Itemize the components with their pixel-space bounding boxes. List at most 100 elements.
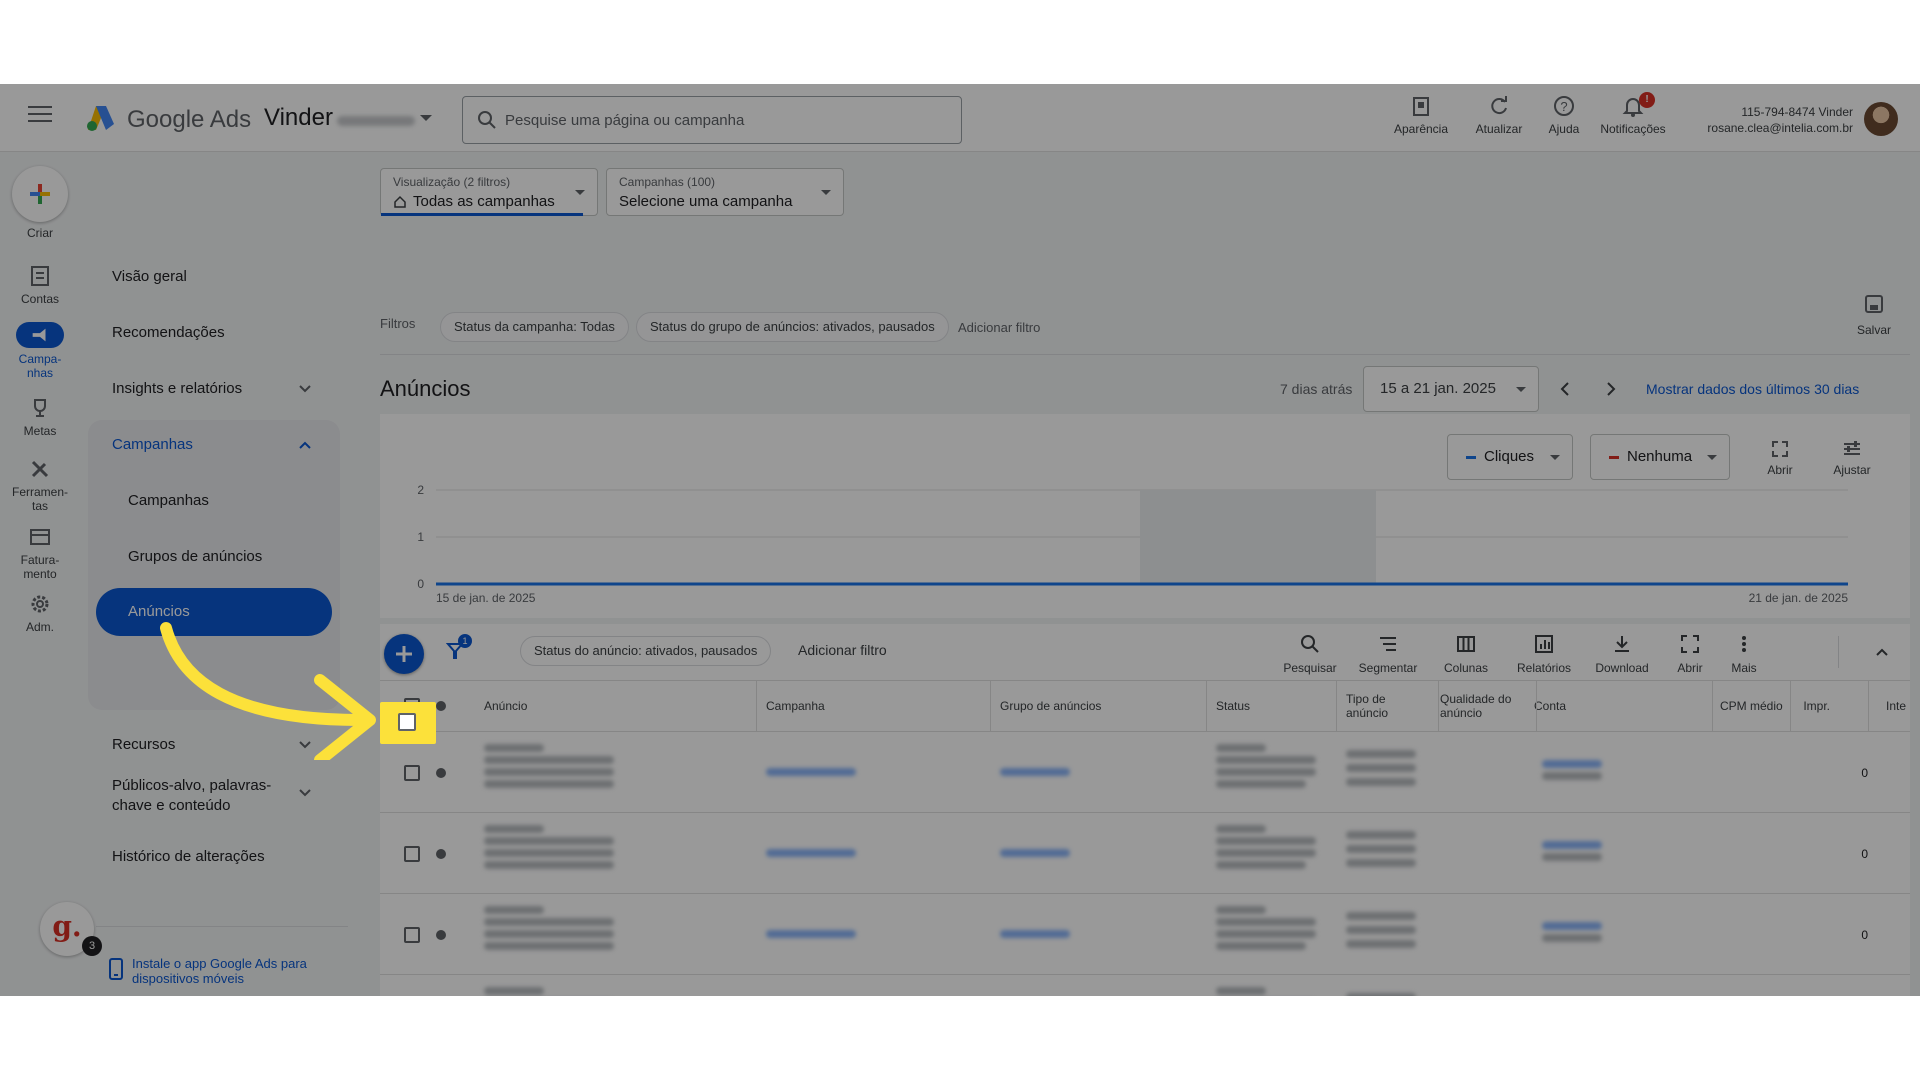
more-button[interactable]: Mais bbox=[1706, 634, 1782, 675]
ad-group-status-filter-chip[interactable]: Status do grupo de anúncios: ativados, p… bbox=[636, 312, 949, 342]
accounts-icon bbox=[31, 266, 49, 286]
blurred-cell-content bbox=[1216, 942, 1306, 950]
blurred-cell-content bbox=[484, 780, 614, 788]
metric1-dropdown[interactable]: Cliques bbox=[1447, 434, 1573, 480]
nav-insights[interactable]: Insights e relatórios bbox=[112, 380, 242, 397]
rail-campaigns[interactable]: Campa- nhas bbox=[0, 322, 80, 380]
plus-icon bbox=[396, 646, 412, 662]
account-name[interactable]: Vinder bbox=[264, 104, 333, 132]
create-button[interactable] bbox=[12, 166, 68, 222]
rail-admin[interactable]: Adm. bbox=[0, 592, 80, 634]
nav-history[interactable]: Histórico de alterações bbox=[112, 848, 265, 865]
account-caret-icon[interactable] bbox=[420, 115, 432, 121]
column-header[interactable]: Qualidade do anúncio bbox=[1440, 692, 1524, 720]
collapse-icon[interactable] bbox=[1874, 644, 1890, 660]
caret-down-icon bbox=[575, 190, 585, 195]
nav-overview[interactable]: Visão geral bbox=[112, 268, 187, 285]
table-row[interactable]: 0 bbox=[380, 894, 1910, 960]
blurred-cell-content bbox=[1346, 940, 1416, 948]
filters-label: Filtros bbox=[380, 316, 416, 331]
campaign-status-filter-chip[interactable]: Status da campanha: Todas bbox=[440, 312, 629, 342]
blurred-cell-content bbox=[1216, 849, 1316, 857]
view-dropdown-underline bbox=[381, 213, 583, 216]
reports-label: Relatórios bbox=[1516, 661, 1572, 675]
hamburger-menu-icon[interactable] bbox=[28, 106, 52, 124]
appearance-button[interactable]: Aparência bbox=[1383, 94, 1459, 146]
column-header[interactable]: Inte bbox=[1886, 699, 1906, 713]
add-filter-link[interactable]: Adicionar filtro bbox=[958, 320, 1040, 335]
add-ad-button[interactable] bbox=[384, 634, 424, 674]
show-30-days-link[interactable]: Mostrar dados dos últimos 30 dias bbox=[1646, 381, 1859, 397]
column-header[interactable]: Impr. bbox=[1780, 699, 1830, 713]
blurred-cell-content bbox=[484, 987, 544, 995]
blurred-cell-content bbox=[484, 906, 544, 914]
row-checkbox[interactable] bbox=[404, 846, 420, 862]
nav-campaigns-group-title[interactable]: Campanhas bbox=[112, 436, 193, 453]
metric2-dropdown[interactable]: Nenhuma bbox=[1590, 434, 1730, 480]
download-button[interactable]: Download bbox=[1584, 634, 1660, 675]
nav-divider bbox=[96, 926, 348, 927]
rail-accounts[interactable]: Contas bbox=[0, 264, 80, 306]
column-header[interactable]: Tipo de anúncio bbox=[1346, 692, 1430, 720]
account-info[interactable]: 115-794-8474 Vinder rosane.clea@intelia.… bbox=[1680, 104, 1853, 136]
nav-audiences[interactable]: Públicos-alvo, palavras-chave e conteúdo bbox=[112, 776, 282, 816]
ad-status-filter-chip[interactable]: Status do anúncio: ativados, pausados bbox=[520, 636, 772, 666]
column-header[interactable]: Status bbox=[1216, 699, 1250, 713]
date-range-picker[interactable]: 15 a 21 jan. 2025 bbox=[1363, 366, 1539, 412]
chart-adjust-button[interactable]: Ajustar bbox=[1826, 440, 1878, 477]
chevron-right-icon[interactable] bbox=[1602, 380, 1620, 398]
blurred-cell-content bbox=[484, 849, 614, 857]
row-checkbox[interactable] bbox=[404, 927, 420, 943]
help-button[interactable]: ? Ajuda bbox=[1526, 94, 1602, 146]
segment-button[interactable]: Segmentar bbox=[1350, 634, 1426, 675]
credit-card-icon bbox=[30, 529, 50, 545]
column-header[interactable]: Campanha bbox=[766, 699, 825, 713]
add-filter-button[interactable]: Adicionar filtro bbox=[798, 642, 887, 658]
column-header[interactable]: Conta bbox=[1534, 699, 1566, 713]
chevron-up-icon[interactable] bbox=[298, 438, 312, 452]
column-header[interactable]: Anúncio bbox=[484, 699, 527, 713]
rail-tools[interactable]: Ferramen- tas bbox=[0, 457, 80, 513]
phone-icon bbox=[109, 958, 123, 980]
column-header[interactable]: CPM médio bbox=[1720, 699, 1783, 713]
notifications-button[interactable]: ! Notificações bbox=[1595, 92, 1671, 146]
campaigns-dropdown[interactable]: Campanhas (100) Selecione uma campanha bbox=[606, 168, 844, 216]
toolbar-divider bbox=[1838, 636, 1839, 668]
nav-recommendations[interactable]: Recomendações bbox=[112, 324, 225, 341]
bar-chart-icon bbox=[1535, 635, 1553, 653]
columns-button[interactable]: Colunas bbox=[1428, 634, 1504, 675]
rail-billing[interactable]: Fatura- mento bbox=[0, 525, 80, 581]
chevron-left-icon[interactable] bbox=[1556, 380, 1574, 398]
clicks-line-chart: 2 1 0 15 de jan. de 2025 21 de jan. de 2025 bbox=[417, 484, 1848, 605]
blurred-cell-content bbox=[1216, 837, 1316, 845]
row-status-dot[interactable] bbox=[436, 849, 446, 859]
rail-goals[interactable]: Metas bbox=[0, 396, 80, 438]
search-input[interactable]: Pesquise uma página ou campanha bbox=[462, 96, 962, 144]
row-status-dot[interactable] bbox=[436, 768, 446, 778]
search-button[interactable]: Pesquisar bbox=[1272, 634, 1348, 675]
table-row[interactable]: 0 bbox=[380, 813, 1910, 879]
chevron-down-icon[interactable] bbox=[298, 382, 312, 396]
reports-button[interactable]: Relatórios bbox=[1506, 634, 1582, 675]
avatar[interactable] bbox=[1864, 102, 1898, 136]
view-dropdown[interactable]: Visualização (2 filtros) Todas as campan… bbox=[380, 168, 598, 216]
row-status-dot[interactable] bbox=[436, 930, 446, 940]
table-row[interactable]: 0 bbox=[380, 732, 1910, 798]
view-dropdown-caption: Visualização (2 filtros) bbox=[393, 175, 511, 189]
nav-campaigns[interactable]: Campanhas bbox=[128, 492, 209, 509]
header-divider bbox=[380, 354, 1910, 355]
blurred-cell-content bbox=[1216, 780, 1306, 788]
nav-ad-groups[interactable]: Grupos de anúncios bbox=[128, 548, 262, 565]
table-row[interactable]: 0 bbox=[380, 975, 1910, 996]
blurred-cell-content bbox=[1000, 930, 1070, 938]
notification-badge: ! bbox=[1639, 92, 1655, 108]
chevron-down-icon[interactable] bbox=[298, 786, 312, 800]
column-header[interactable]: Grupo de anúncios bbox=[1000, 699, 1101, 713]
row-checkbox[interactable] bbox=[398, 713, 416, 731]
column-separator bbox=[990, 680, 991, 732]
segment-label: Segmentar bbox=[1358, 661, 1418, 675]
row-checkbox[interactable] bbox=[404, 765, 420, 781]
save-button[interactable]: Salvar bbox=[1854, 294, 1894, 337]
install-app-link[interactable]: Instale o app Google Ads para dispositiv… bbox=[132, 956, 332, 986]
chart-expand-button[interactable]: Abrir bbox=[1755, 440, 1805, 477]
